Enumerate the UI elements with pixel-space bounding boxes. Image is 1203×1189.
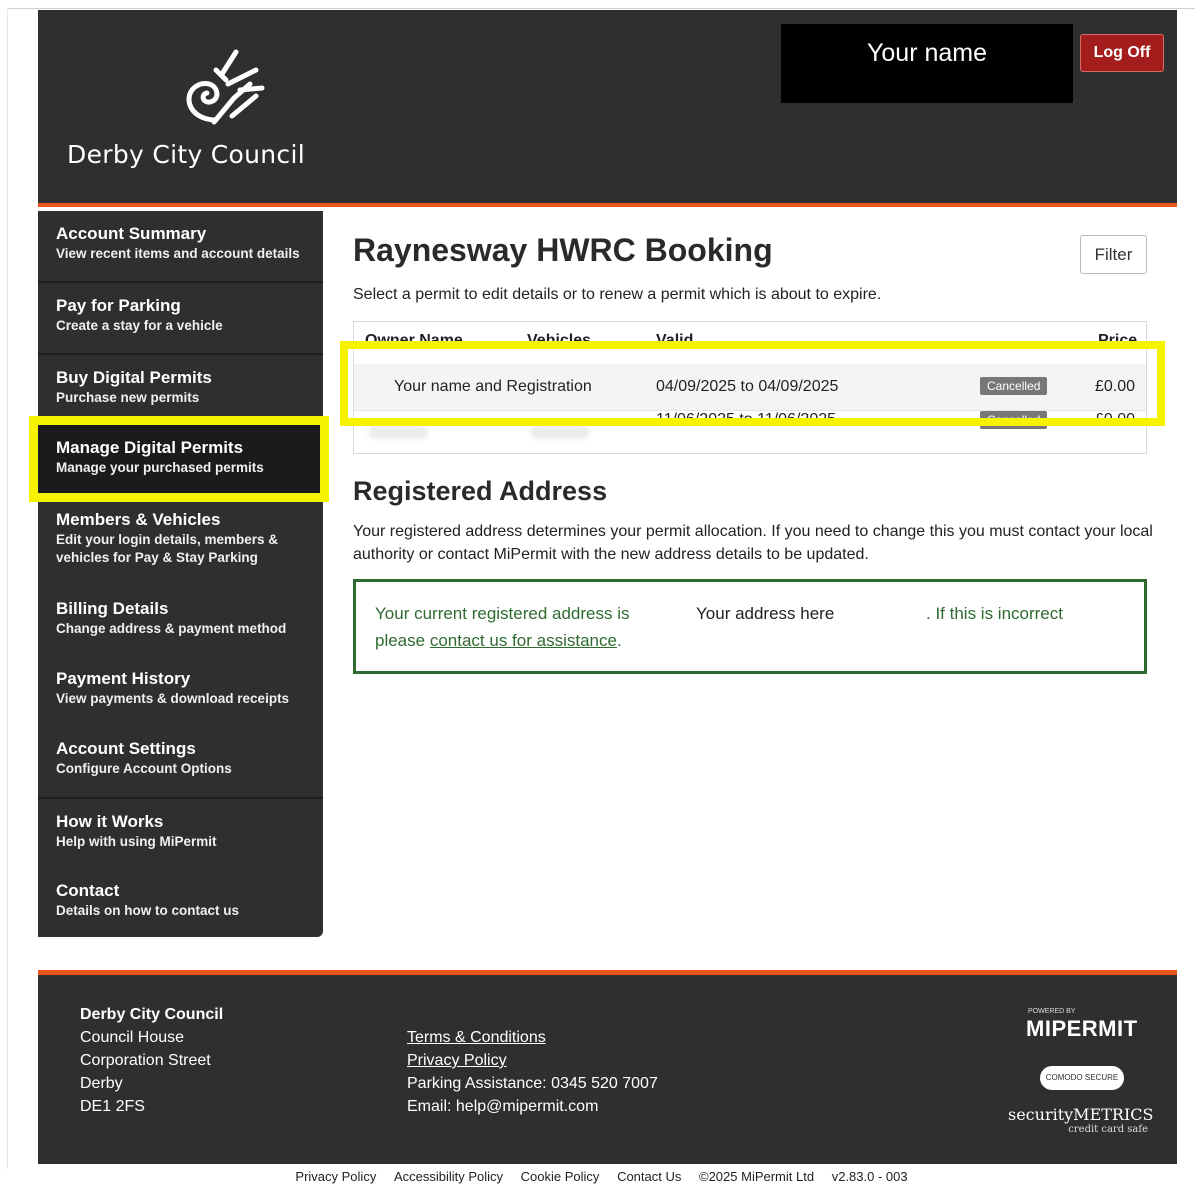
redacted-vehicle — [530, 425, 590, 439]
user-name-display: Your name — [781, 24, 1073, 103]
footer-address-line: Derby — [80, 1075, 123, 1092]
sidebar-item-subtitle: Help with using MiPermit — [56, 834, 217, 849]
sidebar-item-title: Billing Details — [56, 599, 169, 618]
sidebar-item-billing-details[interactable]: Billing Details Change address & payment… — [38, 598, 323, 638]
registered-address-value: Your address here — [696, 604, 835, 623]
footer-org-name: Derby City Council — [80, 1006, 224, 1023]
terms-link[interactable]: Terms & Conditions — [407, 1026, 658, 1049]
sidebar-item-account-summary[interactable]: Account Summary View recent items and ac… — [38, 223, 323, 263]
address-prefix-text: Your current registered address is — [375, 604, 630, 623]
sidebar-item-title: How it Works — [56, 812, 164, 831]
sidebar-item-title: Account Summary — [56, 224, 207, 243]
sidebar-item-subtitle: Create a stay for a vehicle — [56, 318, 223, 333]
sidebar-item-subtitle-line2: vehicles for Pay & Stay Parking — [56, 550, 258, 565]
sidebar-item-title: Pay for Parking — [56, 296, 181, 315]
log-off-button[interactable]: Log Off — [1080, 34, 1164, 72]
sidebar-item-buy-digital-permits[interactable]: Buy Digital Permits Purchase new permits — [38, 353, 323, 423]
redacted-owner-name — [368, 425, 428, 439]
sidebar-nav: Account Summary View recent items and ac… — [38, 211, 323, 937]
sidebar-item-title: Contact — [56, 881, 120, 900]
highlight-box-permit-row — [340, 341, 1165, 426]
contact-email: Email: help@mipermit.com — [407, 1098, 599, 1115]
sidebar-item-how-it-works[interactable]: How it Works Help with using MiPermit — [38, 797, 323, 867]
sidebar-item-contact[interactable]: Contact Details on how to contact us — [38, 880, 323, 920]
sidebar-item-members-vehicles[interactable]: Members & Vehicles Edit your login detai… — [38, 509, 323, 567]
powered-by-label: POWERED BY — [1028, 1008, 1076, 1015]
registered-address-heading: Registered Address — [353, 476, 608, 506]
parking-assistance-phone: Parking Assistance: 0345 520 7007 — [407, 1075, 658, 1092]
address-help-prefix: please — [375, 631, 426, 650]
address-help-suffix: . — [616, 631, 622, 650]
comodo-secure-badge-icon: COMODO SECURE — [1040, 1066, 1124, 1090]
sidebar-item-title: Members & Vehicles — [56, 510, 221, 529]
contact-assistance-link[interactable]: contact us for assistance — [430, 631, 617, 650]
address-help-line: please contact us for assistance. — [375, 631, 622, 651]
bottom-accessibility-link[interactable]: Accessibility Policy — [394, 1169, 503, 1184]
bottom-contact-link[interactable]: Contact Us — [617, 1169, 681, 1184]
registered-address-text: Your registered address determines your … — [353, 523, 1153, 563]
security-metrics-logo: securityMETRICS — [1008, 1105, 1154, 1124]
sidebar-item-title: Buy Digital Permits — [56, 368, 212, 387]
council-logo[interactable]: Derby City Council — [66, 40, 306, 190]
highlight-box-sidebar — [29, 416, 329, 502]
version-text: v2.83.0 - 003 — [831, 1169, 908, 1184]
sidebar-item-title: Payment History — [56, 669, 191, 688]
sidebar-item-account-settings[interactable]: Account Settings Configure Account Optio… — [38, 738, 323, 778]
footer-address-line: Council House — [80, 1029, 185, 1046]
sidebar-item-subtitle: Configure Account Options — [56, 761, 232, 776]
privacy-link[interactable]: Privacy Policy — [407, 1049, 658, 1072]
bottom-privacy-link[interactable]: Privacy Policy — [295, 1169, 376, 1184]
footer-address-line: DE1 2FS — [80, 1098, 145, 1115]
footer-links: Terms & Conditions Privacy Policy Parkin… — [407, 1026, 658, 1118]
council-name: Derby City Council — [67, 140, 305, 169]
registered-address-box: Your current registered address is Your … — [353, 579, 1147, 674]
mipermit-logo: MIPERMIT — [1026, 1016, 1138, 1041]
page-intro-text: Select a permit to edit details or to re… — [353, 286, 882, 303]
derby-ram-logo-icon — [186, 49, 265, 125]
sidebar-item-subtitle: Details on how to contact us — [56, 903, 240, 918]
bottom-links-bar: Privacy Policy Accessibility Policy Cook… — [0, 1169, 1203, 1184]
credit-card-safe-label: credit card safe — [1068, 1124, 1148, 1135]
address-suffix-text: . If this is incorrect — [926, 604, 1063, 623]
sidebar-item-payment-history[interactable]: Payment History View payments & download… — [38, 668, 323, 708]
top-divider — [8, 8, 1195, 9]
sidebar-item-subtitle: Change address & payment method — [56, 621, 287, 636]
footer-address-line: Corporation Street — [80, 1052, 211, 1069]
bottom-cookie-link[interactable]: Cookie Policy — [521, 1169, 600, 1184]
footer-address: Derby City Council Council House Corpora… — [80, 1003, 223, 1118]
page-title: Raynesway HWRC Booking — [353, 232, 773, 268]
filter-button[interactable]: Filter — [1080, 235, 1147, 274]
copyright-text: ©2025 MiPermit Ltd — [699, 1169, 815, 1184]
left-frame-line — [7, 9, 8, 1169]
site-footer: Derby City Council Council House Corpora… — [38, 970, 1177, 1164]
sidebar-item-subtitle: Purchase new permits — [56, 390, 200, 405]
sidebar-item-subtitle: View payments & download receipts — [56, 691, 290, 706]
sidebar-item-subtitle: View recent items and account details — [56, 246, 300, 261]
site-header: Derby City Council Your name Log Off — [38, 10, 1177, 207]
sidebar-item-subtitle: Edit your login details, members & — [56, 532, 279, 547]
sidebar-item-pay-for-parking[interactable]: Pay for Parking Create a stay for a vehi… — [38, 281, 323, 353]
sidebar-item-title: Account Settings — [56, 739, 196, 758]
